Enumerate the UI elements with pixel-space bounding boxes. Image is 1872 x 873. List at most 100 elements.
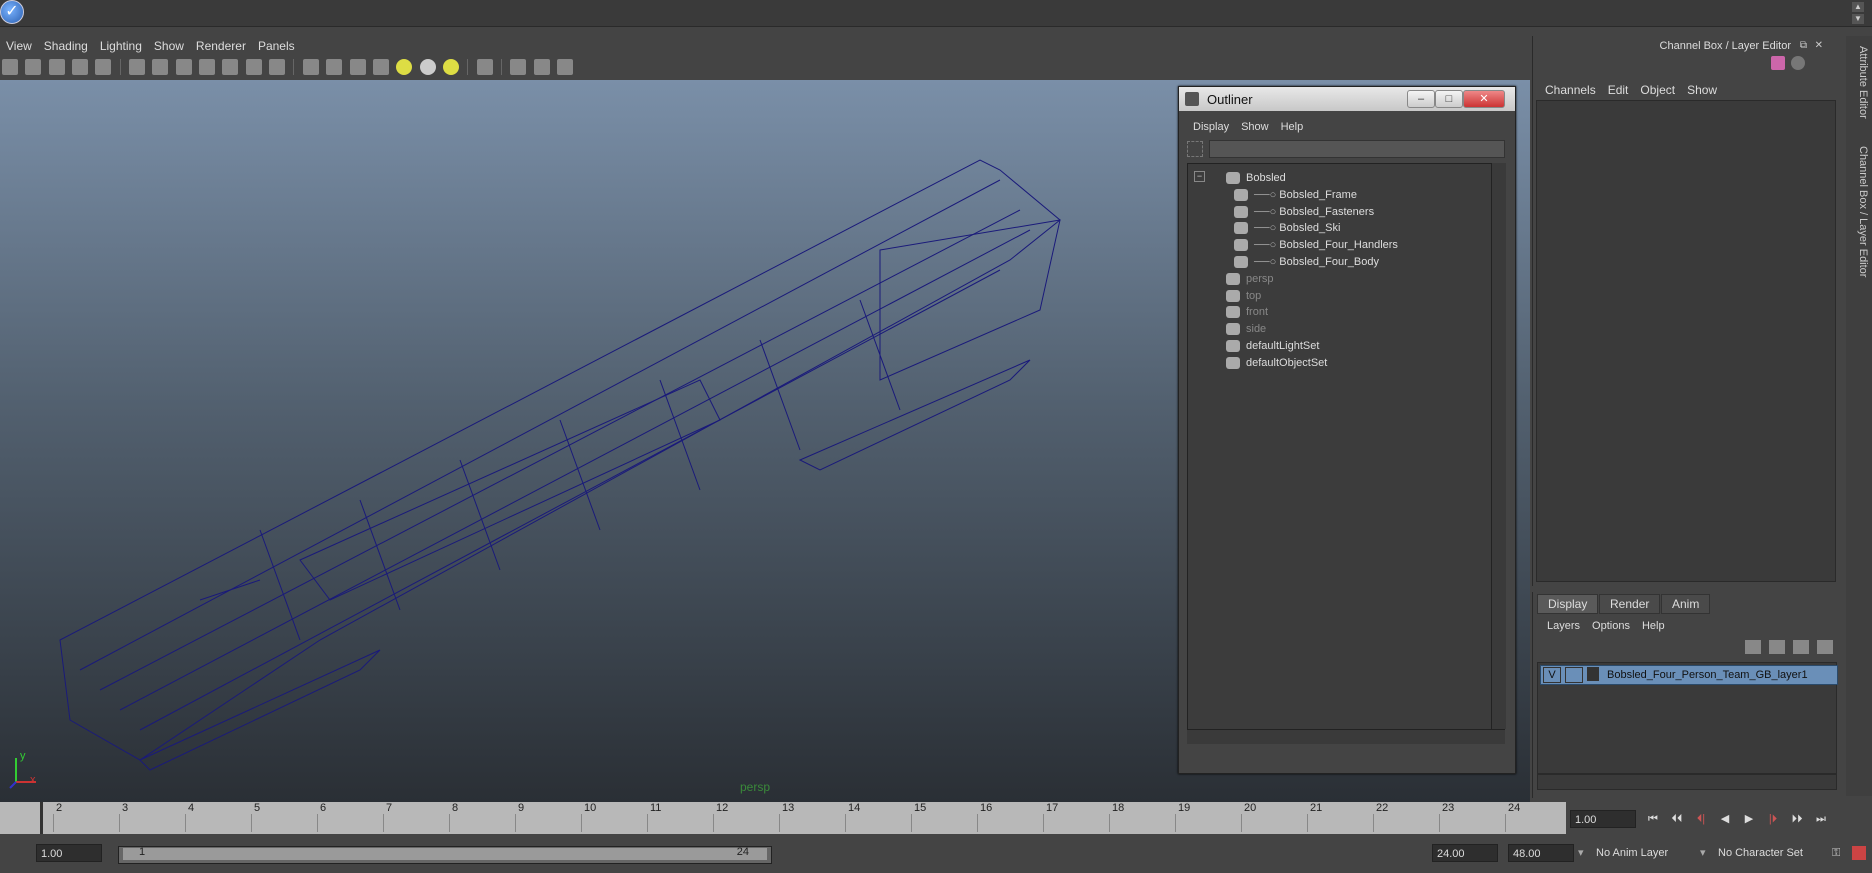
outliner-horizontal-scrollbar[interactable]	[1187, 729, 1505, 744]
step-back-icon[interactable]: ⏴⏴	[1666, 810, 1688, 828]
time-slider[interactable]: 2 3 4 5 6 7 8 9 10 11 12 13 14 15 16 17 18 19 20 21 22 23 24	[0, 802, 1566, 834]
outliner-list[interactable]: Bobsled ──○ Bobsled_Frame ──○ Bobsled_Fast…	[1187, 163, 1493, 731]
camera-attributes-icon[interactable]	[25, 59, 42, 75]
tab-render[interactable]: Render	[1599, 594, 1661, 614]
go-to-start-icon[interactable]: ⏮	[1642, 810, 1664, 828]
timeline-tick-label: 19	[1178, 802, 1191, 814]
dropdown-arrow-icon[interactable]: ▾	[1700, 844, 1706, 862]
high-quality-icon[interactable]	[442, 59, 459, 75]
resolution-gate-icon[interactable]	[152, 59, 169, 75]
shelf-scroll[interactable]: ▲ ▼	[1852, 2, 1866, 26]
outliner-titlebar[interactable]: Outliner – □ ✕	[1179, 87, 1515, 111]
channel-menu-edit[interactable]: Edit	[1602, 80, 1635, 100]
menu-lighting[interactable]: Lighting	[94, 36, 148, 56]
outliner-vertical-scrollbar[interactable]	[1491, 163, 1506, 729]
xray-components-icon[interactable]	[556, 59, 573, 75]
timeline-tick-label: 11	[650, 802, 662, 814]
field-chart-icon[interactable]	[199, 59, 216, 75]
scroll-down-icon[interactable]: ▼	[1852, 14, 1864, 24]
axis-icon[interactable]	[1771, 56, 1785, 70]
channel-box-area[interactable]	[1536, 100, 1836, 582]
layer-color-swatch[interactable]	[1587, 667, 1599, 681]
outliner-menu-help[interactable]: Help	[1275, 117, 1310, 137]
close-button[interactable]: ✕	[1463, 90, 1505, 108]
auto-key-icon[interactable]: ⚿	[1832, 844, 1840, 862]
max-time-field[interactable]: 48.00	[1508, 844, 1574, 862]
collapse-toggle-icon[interactable]: −	[1194, 171, 1205, 182]
anim-layer-dropdown[interactable]: No Anim Layer	[1596, 844, 1696, 862]
grid-icon[interactable]	[95, 59, 112, 75]
smooth-shade-icon[interactable]	[326, 59, 343, 75]
menu-panels[interactable]: Panels	[252, 36, 301, 56]
menu-shading[interactable]: Shading	[38, 36, 94, 56]
play-forwards-icon[interactable]: ▶	[1738, 810, 1760, 828]
start-time-field[interactable]: 1.00	[36, 844, 102, 862]
layer-visibility-toggle[interactable]: V	[1543, 667, 1561, 683]
layer-menu-layers[interactable]: Layers	[1541, 616, 1586, 636]
safe-title-icon[interactable]	[245, 59, 262, 75]
isolate-select-icon[interactable]	[476, 59, 493, 75]
preferences-icon[interactable]	[1852, 846, 1866, 860]
film-gate-icon[interactable]	[129, 59, 146, 75]
new-layer-icon[interactable]	[1745, 640, 1761, 654]
channel-menu-channels[interactable]: Channels	[1539, 80, 1602, 100]
outliner-search-input[interactable]	[1209, 140, 1505, 158]
hierarchy-line: ──○	[1254, 256, 1280, 268]
move-up-icon[interactable]	[1793, 640, 1809, 654]
text-icon[interactable]	[269, 59, 286, 75]
xray-joints-icon[interactable]	[533, 59, 550, 75]
xray-icon[interactable]	[510, 59, 527, 75]
move-down-icon[interactable]	[1817, 640, 1833, 654]
character-set-dropdown[interactable]: No Character Set	[1718, 844, 1828, 862]
range-slider[interactable]: 1 24	[118, 846, 772, 864]
menu-renderer[interactable]: Renderer	[190, 36, 252, 56]
camera-select-icon[interactable]	[2, 59, 18, 75]
step-back-key-icon[interactable]: ⏴|	[1690, 810, 1712, 828]
dropdown-arrow-icon[interactable]: ▾	[1578, 844, 1584, 862]
layer-menu-options[interactable]: Options	[1586, 616, 1636, 636]
bookmark-icon[interactable]	[48, 59, 65, 75]
layer-list[interactable]: V Bobsled_Four_Person_Team_GB_layer1	[1537, 662, 1838, 774]
wireframe-icon[interactable]	[302, 59, 319, 75]
minimize-button[interactable]: –	[1407, 90, 1435, 108]
panel-float-icon[interactable]: ⧉	[1800, 40, 1807, 51]
layer-menu-help[interactable]: Help	[1636, 616, 1671, 636]
scroll-up-icon[interactable]: ▲	[1852, 2, 1864, 12]
layer-horizontal-scrollbar[interactable]	[1537, 774, 1837, 790]
step-forward-key-icon[interactable]: |⏵	[1762, 810, 1784, 828]
end-time-field[interactable]: 24.00	[1432, 844, 1498, 862]
layer-playback-toggle[interactable]	[1565, 667, 1583, 683]
gate-mask-icon[interactable]	[175, 59, 192, 75]
shadows-icon[interactable]	[419, 59, 436, 75]
tab-anim[interactable]: Anim	[1661, 594, 1711, 614]
go-to-end-icon[interactable]: ⏭	[1810, 810, 1832, 828]
filter-icon[interactable]	[1187, 141, 1203, 157]
outliner-item[interactable]: defaultObjectSet	[1226, 353, 1327, 373]
outliner-menu-show[interactable]: Show	[1235, 117, 1275, 137]
play-backwards-icon[interactable]: ◀	[1714, 810, 1736, 828]
safe-action-icon[interactable]	[222, 59, 239, 75]
wireframe-on-shaded-icon[interactable]	[349, 59, 366, 75]
layer-row[interactable]: V Bobsled_Four_Person_Team_GB_layer1	[1540, 665, 1838, 685]
new-layer-selected-icon[interactable]	[1769, 640, 1785, 654]
timeline-tick-mark	[1307, 814, 1308, 832]
tab-channel-box[interactable]: Channel Box / Layer Editor	[1849, 146, 1869, 277]
channel-menu-object[interactable]: Object	[1634, 80, 1681, 100]
use-all-lights-icon[interactable]	[396, 59, 413, 75]
tab-attribute-editor[interactable]: Attribute Editor	[1849, 46, 1869, 119]
manipulator-icon[interactable]	[1791, 56, 1805, 70]
maya-logo-icon[interactable]: ✓	[0, 0, 24, 24]
current-time-marker[interactable]	[40, 802, 43, 834]
panel-close-icon[interactable]: ✕	[1815, 40, 1823, 51]
image-plane-icon[interactable]	[72, 59, 89, 75]
maximize-button[interactable]: □	[1435, 90, 1463, 108]
menu-show[interactable]: Show	[148, 36, 190, 56]
outliner-menu-display[interactable]: Display	[1187, 117, 1235, 137]
textured-icon[interactable]	[372, 59, 389, 75]
tab-display[interactable]: Display	[1537, 594, 1599, 614]
range-slider-handle[interactable]: 1 24	[123, 846, 767, 860]
step-forward-icon[interactable]: ⏵⏵	[1786, 810, 1808, 828]
menu-view[interactable]: View	[0, 36, 38, 56]
channel-menu-show[interactable]: Show	[1681, 80, 1723, 100]
current-time-field[interactable]: 1.00	[1570, 810, 1636, 828]
